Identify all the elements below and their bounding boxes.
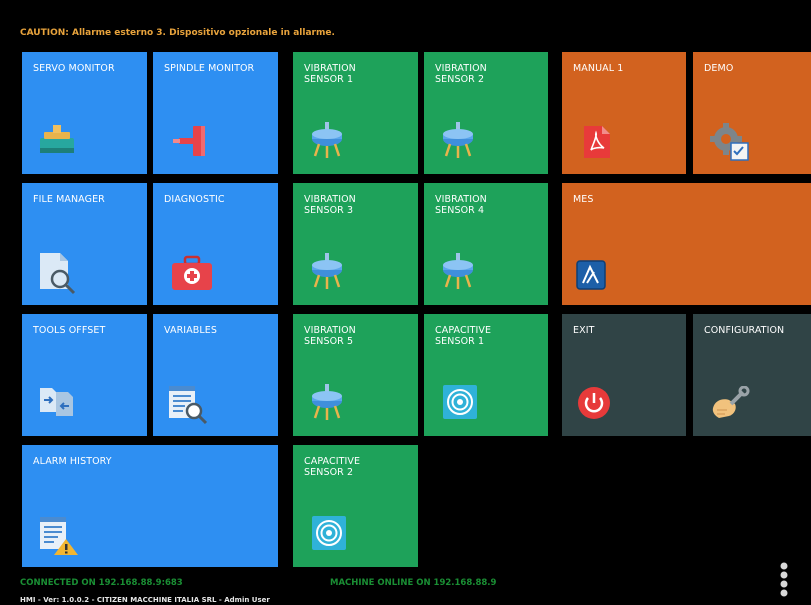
- tile-label: MES: [573, 194, 594, 205]
- tile-configuration[interactable]: CONFIGURATION: [693, 314, 811, 436]
- tile-label: TOOLS OFFSET: [33, 325, 106, 336]
- vibration-sensor-icon: [443, 253, 473, 289]
- tile-file-manager[interactable]: FILE MANAGER: [22, 183, 147, 305]
- tile-capacitive-sensor-1[interactable]: CAPACITIVE SENSOR 1: [424, 314, 548, 436]
- transfer-icon: [40, 388, 73, 416]
- tile-capacitive-sensor-2[interactable]: CAPACITIVE SENSOR 2: [293, 445, 418, 567]
- tile-mes[interactable]: MES: [562, 183, 811, 305]
- tile-label: VIBRATION SENSOR 5: [304, 325, 356, 347]
- tile-exit[interactable]: EXIT: [562, 314, 686, 436]
- first-aid-kit-icon: [172, 255, 212, 290]
- connection-status: CONNECTED ON 192.168.88.9:683: [20, 578, 183, 588]
- tile-manual-1[interactable]: MANUAL 1: [562, 52, 686, 174]
- tile-label: DIAGNOSTIC: [164, 194, 225, 205]
- pdf-icon: [584, 126, 610, 158]
- tile-label: VARIABLES: [164, 325, 218, 336]
- tile-servo-monitor[interactable]: SERVO MONITOR: [22, 52, 147, 174]
- document-search-icon: [169, 386, 208, 425]
- capacitive-sensor-icon: [312, 516, 346, 550]
- caution-banner: CAUTION: Allarme esterno 3. Dispositivo …: [20, 28, 335, 38]
- tile-vibration-sensor-5[interactable]: VIBRATION SENSOR 5: [293, 314, 418, 436]
- tile-vibration-sensor-4[interactable]: VIBRATION SENSOR 4: [424, 183, 548, 305]
- tile-label: VIBRATION SENSOR 1: [304, 63, 356, 85]
- tile-label: VIBRATION SENSOR 4: [435, 194, 487, 216]
- tile-label: CONFIGURATION: [704, 325, 785, 336]
- vibration-sensor-icon: [312, 253, 342, 289]
- servo-motor-icon: [40, 125, 74, 153]
- machine-online-status: MACHINE ONLINE ON 192.168.88.9: [330, 578, 497, 588]
- vibration-sensor-icon: [312, 384, 342, 420]
- tile-label: EXIT: [573, 325, 595, 336]
- tile-label: CAPACITIVE SENSOR 2: [304, 456, 361, 478]
- tile-label: CAPACITIVE SENSOR 1: [435, 325, 492, 347]
- document-warning-icon: [40, 517, 78, 555]
- tile-label: FILE MANAGER: [33, 194, 105, 205]
- power-icon: [578, 387, 610, 419]
- tile-vibration-sensor-1[interactable]: VIBRATION SENSOR 1: [293, 52, 418, 174]
- tile-label: SERVO MONITOR: [33, 63, 115, 74]
- vibration-sensor-icon: [312, 122, 342, 158]
- tile-label: MANUAL 1: [573, 63, 624, 74]
- tile-label: DEMO: [704, 63, 734, 74]
- tile-diagnostic[interactable]: DIAGNOSTIC: [153, 183, 278, 305]
- file-search-icon: [40, 253, 76, 295]
- capacitive-sensor-icon: [443, 385, 477, 419]
- vibration-sensor-icon: [443, 122, 473, 158]
- tile-spindle-monitor[interactable]: SPINDLE MONITOR: [153, 52, 278, 174]
- tile-alarm-history[interactable]: ALARM HISTORY: [22, 445, 278, 567]
- mes-logo-icon: [576, 260, 606, 290]
- footer-version: HMI - Ver: 1.0.0.2 - CITIZEN MACCHINE IT…: [20, 596, 270, 604]
- tile-demo[interactable]: DEMO: [693, 52, 811, 174]
- spindle-icon: [173, 126, 205, 156]
- gear-checklist-icon: [710, 123, 749, 161]
- more-vertical-icon[interactable]: [778, 562, 790, 598]
- tile-vibration-sensor-3[interactable]: VIBRATION SENSOR 3: [293, 183, 418, 305]
- wrench-hand-icon: [712, 386, 750, 418]
- tile-label: VIBRATION SENSOR 3: [304, 194, 356, 216]
- tile-tools-offset[interactable]: TOOLS OFFSET: [22, 314, 147, 436]
- tile-vibration-sensor-2[interactable]: VIBRATION SENSOR 2: [424, 52, 548, 174]
- tile-label: VIBRATION SENSOR 2: [435, 63, 487, 85]
- tile-label: SPINDLE MONITOR: [164, 63, 255, 74]
- tile-variables[interactable]: VARIABLES: [153, 314, 278, 436]
- tile-label: ALARM HISTORY: [33, 456, 112, 467]
